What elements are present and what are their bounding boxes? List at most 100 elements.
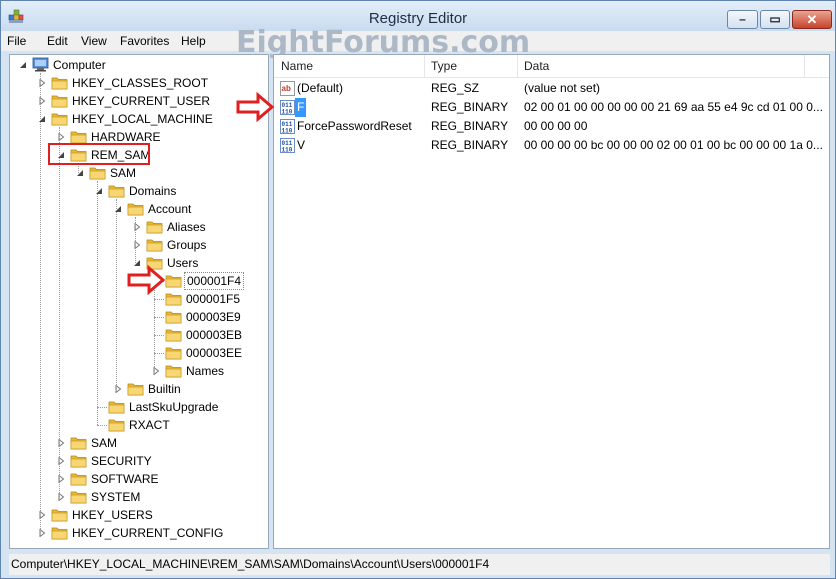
folder-icon [70,437,87,450]
collapse-arrow-icon[interactable] [19,61,27,69]
tree-connector-line [97,425,107,426]
menu-favorites[interactable]: Favorites [120,34,169,48]
tree-item-label: Builtin [148,382,181,396]
folder-icon [165,347,182,360]
tree-item-label: Domains [129,184,177,198]
tree-item-label: RXACT [129,418,170,432]
tree-connector-line [97,181,98,425]
tree-item-label: SOFTWARE [91,472,159,486]
annotation-arrow-icon [127,265,165,295]
close-button[interactable]: ✕ [792,10,832,29]
minimize-button[interactable]: – [727,10,758,29]
list-header: Name Type Data [274,55,829,78]
folder-icon [146,221,163,234]
menu-view[interactable]: View [81,34,107,48]
registry-editor-window: Registry Editor – ▭ ✕ File Edit View Fav… [0,0,836,579]
maximize-icon: ▭ [769,12,781,26]
binary-value-icon: 011110 [280,138,295,153]
values-list-pane[interactable]: Name Type Data ab (Default) REG_SZ (value n… [273,54,830,549]
value-type: REG_BINARY [431,100,509,114]
value-data: 02 00 01 00 00 00 00 00 21 69 aa 55 e4 9… [524,100,823,114]
column-header-name[interactable]: Name [281,59,313,73]
folder-icon [70,131,87,144]
value-name: ForcePasswordReset [297,119,412,133]
value-name: F [295,98,307,117]
binary-value-icon: 011110 [280,119,295,134]
string-value-icon: ab [280,81,295,96]
folder-icon [127,203,144,216]
tree-item-label: SECURITY [91,454,152,468]
svg-text:110: 110 [282,128,293,135]
folder-icon [51,95,68,108]
maximize-button[interactable]: ▭ [760,10,790,29]
folder-icon [165,275,182,288]
tree-item-label: 000001F4 [184,272,245,290]
column-header-type[interactable]: Type [431,59,457,73]
value-type: REG_BINARY [431,138,509,152]
value-type: REG_SZ [431,81,480,95]
tree-item-label: HKEY_LOCAL_MACHINE [72,112,213,126]
tree-connector-line [59,127,60,497]
key-tree-pane[interactable]: Computer HKEY_CLASSES_ROOT HKEY_CURRENT_US… [9,54,269,549]
tree-item-label: 000003EB [186,328,243,342]
value-name: V [297,138,306,152]
column-separator[interactable] [517,55,518,77]
column-separator[interactable] [804,55,805,77]
value-name: (Default) [297,81,344,95]
value-data: 00 00 00 00 [524,119,588,133]
folder-icon [165,329,182,342]
value-type: REG_BINARY [431,119,509,133]
folder-icon [89,167,106,180]
computer-icon [32,57,49,72]
folder-icon [108,401,125,414]
column-separator[interactable] [424,55,425,77]
tree-item-label: Names [186,364,225,378]
folder-icon [51,113,68,126]
column-header-data[interactable]: Data [524,59,549,73]
svg-text:110: 110 [282,109,293,116]
value-row[interactable]: 011 110 F REG_BINARY 02 00 01 00 00 00 00 00… [274,98,829,117]
minimize-icon: – [739,12,746,26]
annotation-highlight-box [48,143,150,165]
tree-connector-line [97,407,107,408]
annotation-arrow-icon [236,92,274,122]
folder-icon [51,509,68,522]
tree-item-label: LastSkuUpgrade [129,400,219,414]
folder-icon [108,419,125,432]
value-data: (value not set) [524,81,601,95]
folder-icon [127,383,144,396]
tree-connector-line [116,199,117,389]
tree-item-label: SYSTEM [91,490,141,504]
folder-icon [51,527,68,540]
close-icon: ✕ [806,12,818,27]
binary-value-icon: 011110 [280,100,295,115]
menu-file[interactable]: File [7,34,26,48]
tree-connector-line [135,217,136,263]
tree-item-label: SAM [91,436,118,450]
value-row[interactable]: 011 110 ForcePasswordReset REG_BINARY 00 00 … [274,117,829,136]
folder-icon [108,185,125,198]
menu-edit[interactable]: Edit [47,34,68,48]
status-path: Computer\HKEY_LOCAL_MACHINE\REM_SAM\SAM\… [11,557,490,571]
svg-text:110: 110 [282,147,293,154]
folder-icon [146,239,163,252]
value-row[interactable]: ab (Default) REG_SZ (value not set) [274,79,829,98]
tree-item-label: 000003E9 [186,310,241,324]
tree-item-label: 000001F5 [186,292,241,306]
tree-item-label: HKEY_CURRENT_CONFIG [72,526,224,540]
tree-item-label: HKEY_CLASSES_ROOT [72,76,209,90]
tree-item-label: Aliases [167,220,206,234]
status-bar: Computer\HKEY_LOCAL_MACHINE\REM_SAM\SAM\… [9,554,830,575]
tree-connector-line [154,335,164,336]
tree-item-label: HKEY_CURRENT_USER [72,94,211,108]
value-row[interactable]: 011 110 V REG_BINARY 00 00 00 00 bc 00 00 00… [274,136,829,155]
tree-item-label: Users [167,256,199,270]
tree-connector-line [40,73,41,533]
tree-item-label: Account [148,202,192,216]
menu-help[interactable]: Help [181,34,206,48]
value-data: 00 00 00 00 bc 00 00 00 02 00 01 00 bc 0… [524,138,823,152]
folder-icon [70,473,87,486]
tree-item-label: SAM [110,166,137,180]
tree-connector-line [154,353,164,354]
folder-icon [165,311,182,324]
